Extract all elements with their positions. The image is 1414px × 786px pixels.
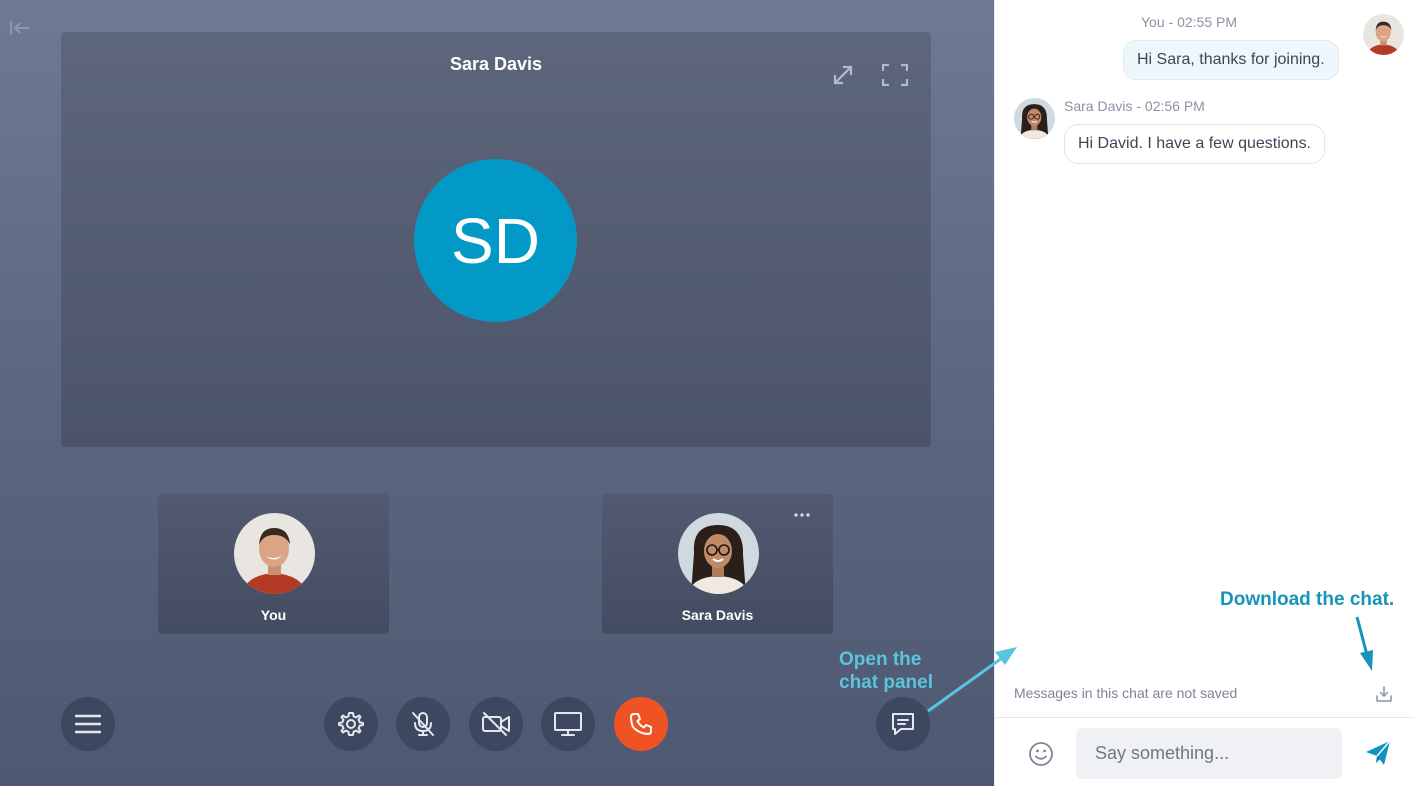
hamburger-icon	[75, 714, 101, 734]
call-area: Sara Davis SD You Sara Davis Open the ch…	[0, 0, 994, 786]
phone-icon	[630, 713, 652, 735]
avatar-sara-davis	[678, 513, 759, 594]
expand-icon[interactable]	[830, 62, 856, 88]
chat-message: Hi David. I have a few questions.	[1064, 124, 1326, 164]
message-meta-you: You - 02:55 PM	[1141, 14, 1237, 30]
chat-panel: You - 02:55 PM Hi Sara, thanks for joini…	[994, 0, 1414, 786]
chat-composer	[995, 717, 1414, 786]
main-participant-name: Sara Davis	[449, 54, 543, 74]
mic-off-icon	[412, 712, 434, 736]
fullscreen-icon[interactable]	[882, 62, 908, 88]
participant-tile-sara-davis[interactable]: Sara Davis	[602, 494, 833, 634]
participant-tile-you[interactable]: You	[158, 494, 389, 634]
open-chat-annotation-line1: Open the	[839, 649, 922, 670]
download-chat-annotation: Download the chat.	[1220, 589, 1395, 610]
monitor-icon	[554, 712, 582, 736]
main-participant-avatar: SD	[414, 159, 577, 322]
chat-icon	[892, 713, 914, 735]
more-options-icon[interactable]	[793, 510, 811, 522]
chat-message: Hi Sara, thanks for joining.	[1123, 40, 1339, 80]
send-icon[interactable]	[1363, 738, 1393, 768]
microphone-button[interactable]	[396, 697, 450, 751]
not-saved-notice: Messages in this chat are not saved	[1014, 685, 1238, 701]
chat-button[interactable]	[876, 697, 930, 751]
participant-label-you: You	[260, 607, 287, 623]
collapse-panel-icon[interactable]	[8, 16, 32, 40]
avatar-you	[234, 513, 315, 594]
chat-avatar-sara-davis	[1014, 98, 1055, 139]
settings-button[interactable]	[324, 697, 378, 751]
camera-button[interactable]	[469, 697, 523, 751]
chat-message-input[interactable]	[1076, 728, 1342, 779]
menu-button[interactable]	[61, 697, 115, 751]
chat-avatar-you	[1363, 14, 1404, 55]
hang-up-button[interactable]	[614, 697, 668, 751]
screen-share-button[interactable]	[541, 697, 595, 751]
download-icon[interactable]	[1373, 683, 1395, 705]
open-chat-annotation: Open the chat panel	[839, 648, 933, 694]
main-video-tile[interactable]: Sara Davis SD	[61, 32, 931, 447]
emoji-icon[interactable]	[1027, 740, 1055, 768]
gear-icon	[338, 712, 364, 736]
video-off-icon	[482, 712, 510, 736]
participant-label-sara-davis: Sara Davis	[681, 607, 754, 623]
message-meta-sara-davis: Sara Davis - 02:56 PM	[1064, 98, 1205, 114]
open-chat-annotation-line2: chat panel	[839, 672, 933, 693]
